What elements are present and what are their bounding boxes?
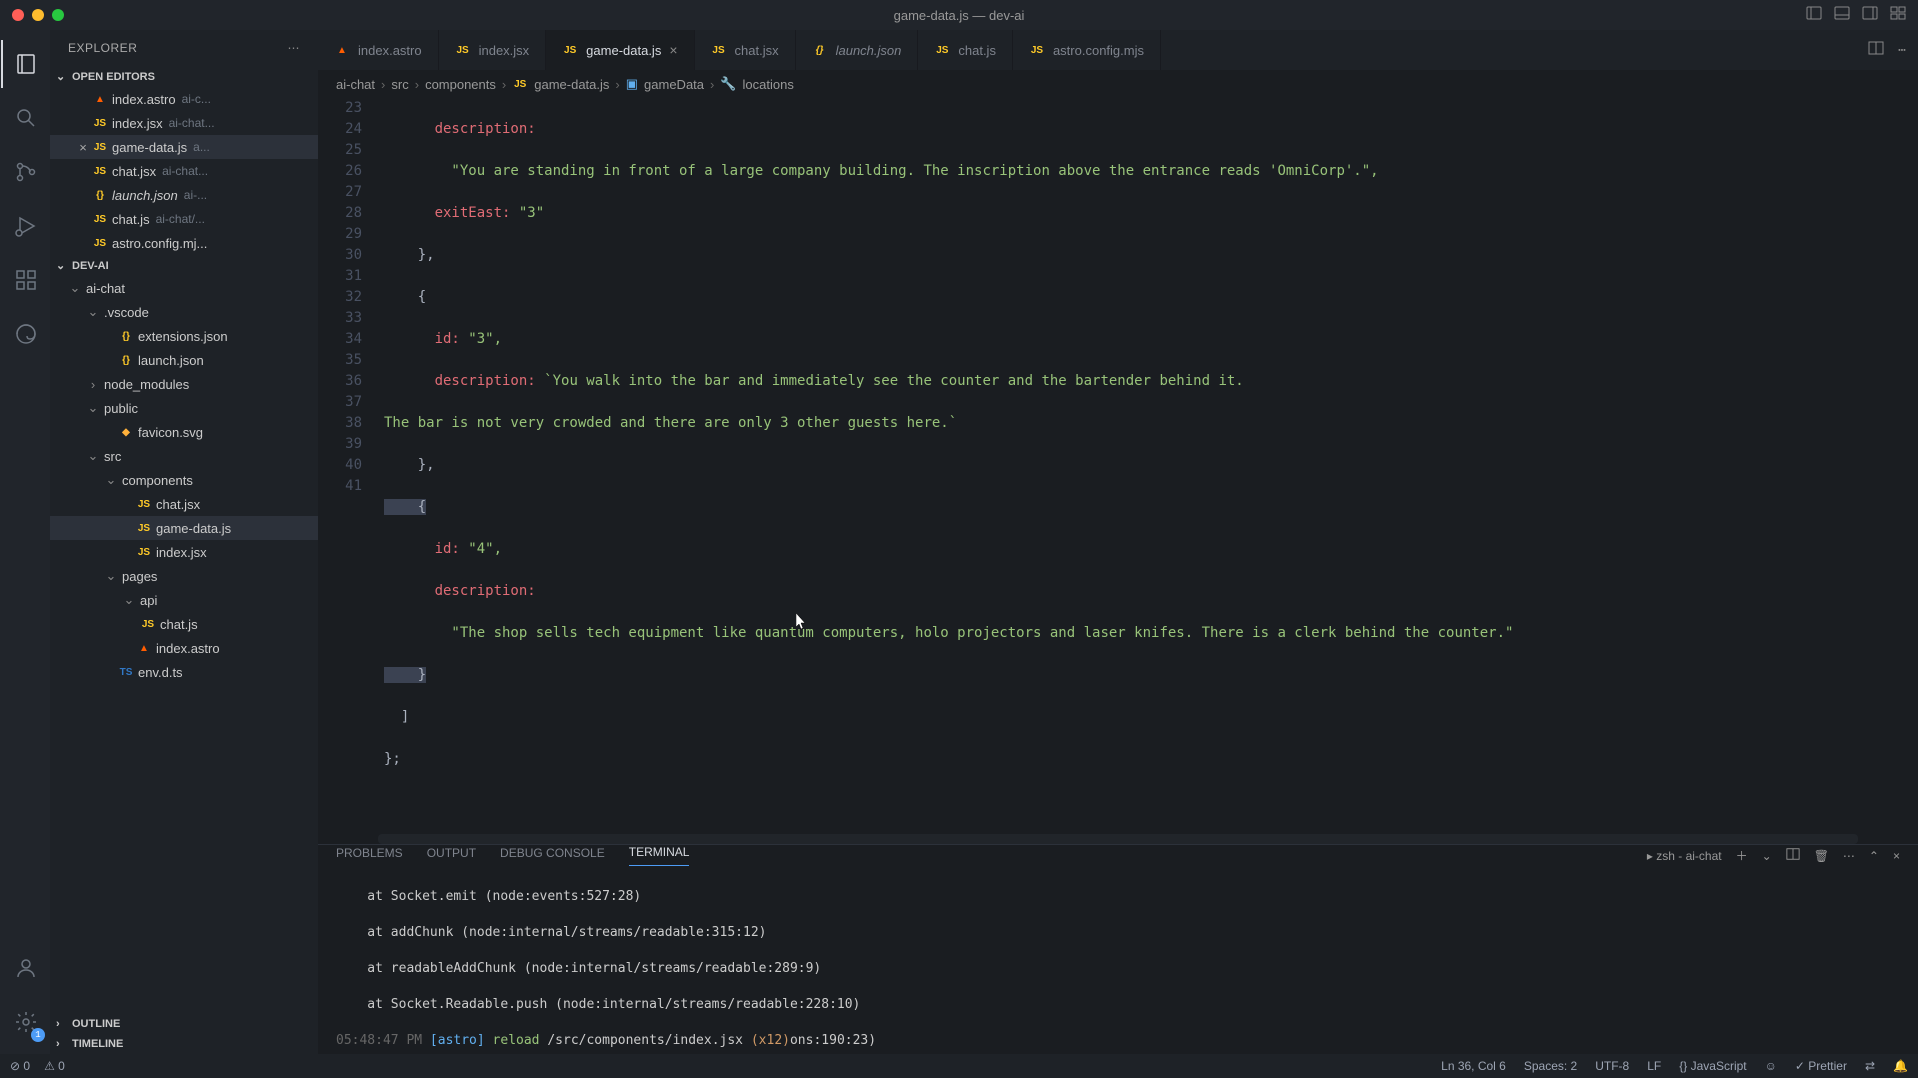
timeline-section[interactable]: ›TIMELINE [50,1034,318,1054]
window-maximize-button[interactable] [52,9,64,21]
toggle-secondary-sidebar-icon[interactable] [1862,5,1878,25]
window-title: game-data.js — dev-ai [894,8,1025,23]
accounts-activity-icon[interactable] [1,944,49,992]
tree-file[interactable]: {}launch.json [50,348,318,372]
tree-folder[interactable]: ›node_modules [50,372,318,396]
tree-file[interactable]: TSenv.d.ts [50,660,318,684]
tree-folder[interactable]: ⌄pages [50,564,318,588]
terminal-dropdown-icon[interactable]: ⌄ [1762,849,1772,863]
outline-section[interactable]: ›OUTLINE [50,1014,318,1034]
tree-folder[interactable]: ⌄api [50,588,318,612]
explorer-activity-icon[interactable] [1,40,49,88]
tree-file[interactable]: ▲index.astro [50,636,318,660]
tab-chat-jsx[interactable]: JSchat.jsx [695,30,796,70]
tab-index-jsx[interactable]: JSindex.jsx [439,30,547,70]
activity-bar: 1 [0,30,50,1054]
close-icon[interactable]: × [74,140,92,155]
horizontal-scrollbar[interactable] [378,834,1858,844]
tab-launch-json[interactable]: {}launch.json [796,30,919,70]
status-live-share-icon[interactable]: ⇄ [1865,1059,1875,1073]
tree-file[interactable]: JSchat.js [50,612,318,636]
customize-layout-icon[interactable] [1890,5,1906,25]
tree-file[interactable]: ◆favicon.svg [50,420,318,444]
sidebar-more-icon[interactable]: ⋯ [288,41,301,55]
status-indentation[interactable]: Spaces: 2 [1524,1059,1577,1073]
status-errors[interactable]: ⊘ 0 [10,1059,30,1073]
status-language[interactable]: {} JavaScript [1679,1059,1746,1073]
status-notifications-icon[interactable]: 🔔 [1893,1059,1908,1073]
status-prettier[interactable]: ✓ Prettier [1795,1059,1847,1073]
tree-folder[interactable]: ⌄.vscode [50,300,318,324]
settings-activity-icon[interactable]: 1 [1,998,49,1046]
tree-file[interactable]: {}extensions.json [50,324,318,348]
tree-file[interactable]: JSchat.jsx [50,492,318,516]
tab-index-astro[interactable]: ▲index.astro [318,30,439,70]
kill-terminal-icon[interactable]: 🗑 [1814,849,1829,863]
workspace-section[interactable]: ⌄ DEV-AI [50,255,318,276]
open-editor-item[interactable]: ×{}launch.jsonai-... [50,183,318,207]
bottom-panel: PROBLEMS OUTPUT DEBUG CONSOLE TERMINAL ▸… [318,844,1918,1054]
tree-file[interactable]: JSindex.jsx [50,540,318,564]
tree-folder[interactable]: ⌄ai-chat [50,276,318,300]
open-editor-item[interactable]: ×JSindex.jsxai-chat... [50,111,318,135]
tree-file[interactable]: JSgame-data.js [50,516,318,540]
run-debug-activity-icon[interactable] [1,202,49,250]
terminal-shell-label[interactable]: ▸ zsh - ai-chat [1647,849,1722,863]
split-terminal-icon[interactable] [1786,847,1800,864]
status-feedback-icon[interactable]: ☺ [1765,1059,1777,1073]
window-minimize-button[interactable] [32,9,44,21]
sidebar-title: EXPLORER [68,41,137,55]
status-bar: ⊘ 0 ⚠ 0 Ln 36, Col 6 Spaces: 2 UTF-8 LF … [0,1054,1918,1078]
tab-more-icon[interactable]: ⋯ [1898,43,1906,58]
status-cursor-position[interactable]: Ln 36, Col 6 [1441,1059,1506,1073]
status-encoding[interactable]: UTF-8 [1595,1059,1629,1073]
toggle-primary-sidebar-icon[interactable] [1806,5,1822,25]
split-editor-icon[interactable] [1868,40,1884,60]
status-eol[interactable]: LF [1647,1059,1661,1073]
terminal-output[interactable]: at Socket.emit (node:events:527:28) at a… [318,866,1918,1054]
terminal-more-icon[interactable]: ⋯ [1843,849,1855,863]
close-panel-icon[interactable]: × [1893,849,1900,863]
code-editor[interactable]: 23242526272829303132333435363738394041 d… [318,98,1918,834]
open-editor-item[interactable]: ×JSastro.config.mj... [50,231,318,255]
settings-badge: 1 [31,1028,45,1042]
tree-folder[interactable]: ⌄components [50,468,318,492]
close-icon[interactable]: × [669,42,677,58]
search-activity-icon[interactable] [1,94,49,142]
open-editor-item[interactable]: ×▲index.astroai-c... [50,87,318,111]
open-editors-section[interactable]: ⌄ OPEN EDITORS [50,66,318,87]
status-warnings[interactable]: ⚠ 0 [44,1059,65,1073]
tab-chat-js[interactable]: JSchat.js [918,30,1013,70]
source-control-activity-icon[interactable] [1,148,49,196]
code-content[interactable]: description: "You are standing in front … [384,98,1918,834]
new-terminal-icon[interactable]: ＋ [1736,847,1748,864]
debug-console-tab[interactable]: DEBUG CONSOLE [500,846,605,866]
editor-tabs: ▲index.astro JSindex.jsx JSgame-data.js×… [318,30,1918,70]
open-editor-item[interactable]: ×JSchat.jsai-chat/... [50,207,318,231]
edge-tools-activity-icon[interactable] [1,310,49,358]
window-close-button[interactable] [12,9,24,21]
maximize-panel-icon[interactable]: ⌃ [1869,849,1879,863]
terminal-tab[interactable]: TERMINAL [629,845,690,866]
explorer-sidebar: EXPLORER ⋯ ⌄ OPEN EDITORS ×▲index.astroa… [50,30,318,1054]
problems-tab[interactable]: PROBLEMS [336,846,403,866]
tree-folder[interactable]: ⌄src [50,444,318,468]
line-gutter: 23242526272829303132333435363738394041 [318,98,384,834]
title-bar: game-data.js — dev-ai [0,0,1918,30]
extensions-activity-icon[interactable] [1,256,49,304]
toggle-panel-icon[interactable] [1834,5,1850,25]
open-editor-item[interactable]: ×JSgame-data.jsa... [50,135,318,159]
open-editor-item[interactable]: ×JSchat.jsxai-chat... [50,159,318,183]
breadcrumbs[interactable]: ai-chat› src› components› JSgame-data.js… [318,70,1918,98]
tab-game-data[interactable]: JSgame-data.js× [546,30,694,70]
tab-astro-config[interactable]: JSastro.config.mjs [1013,30,1161,70]
tree-folder[interactable]: ⌄public [50,396,318,420]
output-tab[interactable]: OUTPUT [427,846,476,866]
